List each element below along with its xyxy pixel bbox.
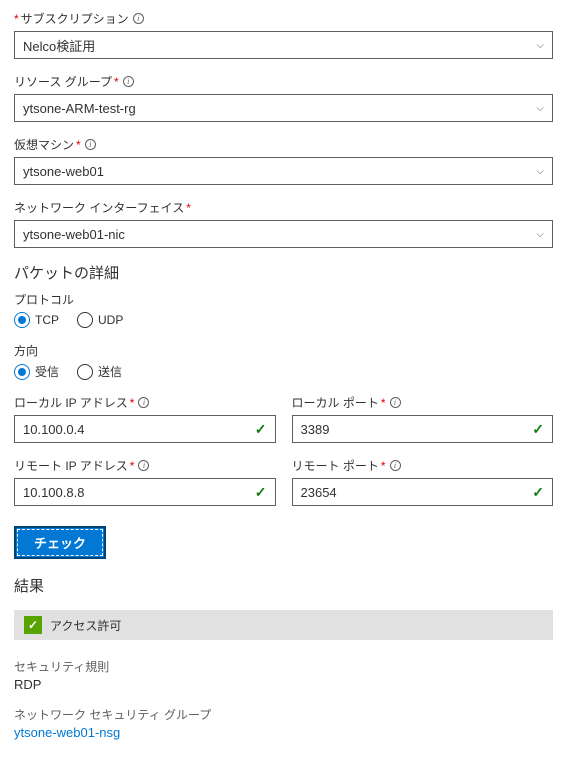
info-icon[interactable]: i xyxy=(123,76,134,87)
local-ip-input-wrap: ✓ xyxy=(14,415,276,443)
vm-label: 仮想マシン xyxy=(14,136,74,153)
allow-icon: ✓ xyxy=(24,616,42,634)
info-icon[interactable]: i xyxy=(390,397,401,408)
nic-value: ytsone-web01-nic xyxy=(23,227,125,242)
local-port-label: ローカル ポート xyxy=(292,394,379,411)
security-rule-label: セキュリティ規則 xyxy=(14,658,553,675)
chevron-down-icon: ⌵ xyxy=(536,40,544,51)
nic-select[interactable]: ytsone-web01-nic ⌵ xyxy=(14,220,553,248)
local-ip-label: ローカル IP アドレス xyxy=(14,394,128,411)
remote-ip-label: リモート IP アドレス xyxy=(14,457,128,474)
check-icon: ✓ xyxy=(255,421,267,438)
radio-outbound-label: 送信 xyxy=(98,363,122,380)
vm-select[interactable]: ytsone-web01 ⌵ xyxy=(14,157,553,185)
protocol-label: プロトコル xyxy=(14,291,553,308)
check-icon: ✓ xyxy=(532,421,544,438)
radio-icon xyxy=(77,364,93,380)
resource-group-select[interactable]: ytsone-ARM-test-rg ⌵ xyxy=(14,94,553,122)
nsg-label: ネットワーク セキュリティ グループ xyxy=(14,706,553,723)
local-port-input-wrap: ✓ xyxy=(292,415,554,443)
required-star: * xyxy=(76,138,81,152)
subscription-value: Nelco検証用 xyxy=(23,36,95,55)
required-star: * xyxy=(114,75,119,89)
local-ip-input[interactable] xyxy=(23,422,255,437)
result-status-label: アクセス許可 xyxy=(50,617,121,634)
required-star: * xyxy=(381,459,386,473)
chevron-down-icon: ⌵ xyxy=(536,229,544,240)
direction-label: 方向 xyxy=(14,342,553,359)
remote-port-input[interactable] xyxy=(301,485,533,500)
required-star: * xyxy=(14,12,19,26)
radio-icon xyxy=(77,312,93,328)
radio-inbound[interactable]: 受信 xyxy=(14,363,59,380)
radio-udp-label: UDP xyxy=(98,313,123,327)
protocol-radio-group: TCP UDP xyxy=(14,312,553,328)
nic-label: ネットワーク インターフェイス xyxy=(14,199,184,216)
remote-ip-input-wrap: ✓ xyxy=(14,478,276,506)
info-icon[interactable]: i xyxy=(390,460,401,471)
radio-inbound-label: 受信 xyxy=(35,363,59,380)
check-icon: ✓ xyxy=(532,484,544,501)
remote-port-input-wrap: ✓ xyxy=(292,478,554,506)
resource-group-value: ytsone-ARM-test-rg xyxy=(23,101,136,116)
local-port-input[interactable] xyxy=(301,422,533,437)
subscription-select[interactable]: Nelco検証用 ⌵ xyxy=(14,31,553,59)
radio-outbound[interactable]: 送信 xyxy=(77,363,122,380)
result-status-bar: ✓ アクセス許可 xyxy=(14,610,553,640)
required-star: * xyxy=(130,459,135,473)
chevron-down-icon: ⌵ xyxy=(536,166,544,177)
required-star: * xyxy=(381,396,386,410)
radio-icon xyxy=(14,364,30,380)
radio-udp[interactable]: UDP xyxy=(77,312,123,328)
nsg-link[interactable]: ytsone-web01-nsg xyxy=(14,725,553,740)
info-icon[interactable]: i xyxy=(133,13,144,24)
resource-group-label: リソース グループ xyxy=(14,73,112,90)
remote-ip-input[interactable] xyxy=(23,485,255,500)
chevron-down-icon: ⌵ xyxy=(536,103,544,114)
required-star: * xyxy=(186,201,191,215)
subscription-label: サブスクリプション xyxy=(21,10,129,27)
vm-value: ytsone-web01 xyxy=(23,164,104,179)
info-icon[interactable]: i xyxy=(85,139,96,150)
security-rule-value: RDP xyxy=(14,677,553,692)
packet-details-title: パケットの詳細 xyxy=(14,262,553,283)
radio-icon xyxy=(14,312,30,328)
remote-port-label: リモート ポート xyxy=(292,457,379,474)
check-icon: ✓ xyxy=(255,484,267,501)
radio-tcp-label: TCP xyxy=(35,313,59,327)
info-icon[interactable]: i xyxy=(138,460,149,471)
direction-radio-group: 受信 送信 xyxy=(14,363,553,380)
info-icon[interactable]: i xyxy=(138,397,149,408)
check-button[interactable]: チェック xyxy=(14,526,106,559)
radio-tcp[interactable]: TCP xyxy=(14,312,59,328)
required-star: * xyxy=(130,396,135,410)
results-title: 結果 xyxy=(14,575,553,596)
